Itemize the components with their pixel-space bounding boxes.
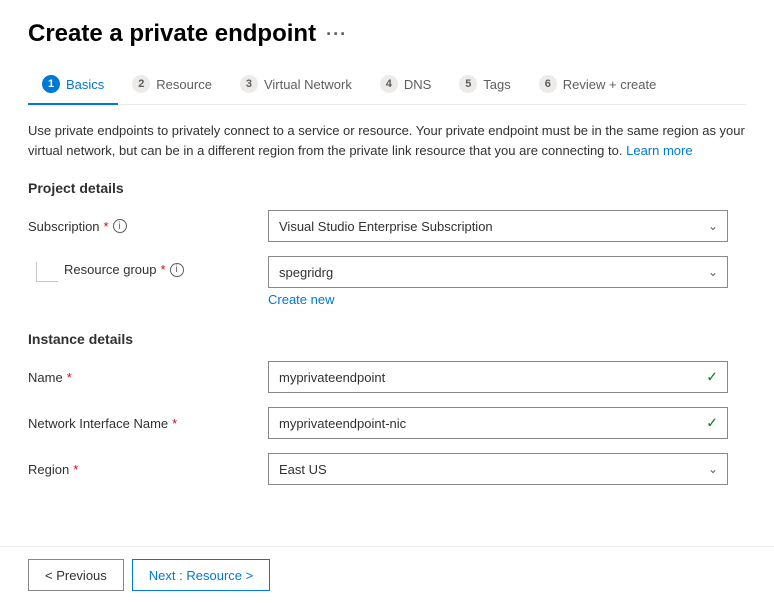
name-control: ✓ bbox=[268, 361, 728, 393]
subscription-select-wrapper: Visual Studio Enterprise Subscription ⌄ bbox=[268, 210, 728, 242]
project-details-title: Project details bbox=[28, 180, 746, 196]
subscription-label: Subscription * i bbox=[28, 219, 268, 234]
name-required: * bbox=[67, 370, 72, 385]
previous-button[interactable]: < Previous bbox=[28, 559, 124, 591]
resource-group-indent bbox=[36, 262, 58, 282]
subscription-info-icon[interactable]: i bbox=[113, 219, 127, 233]
resource-group-label: Resource group * i bbox=[64, 262, 184, 277]
name-input-wrapper: ✓ bbox=[268, 361, 728, 393]
tab-virtual-network-label: Virtual Network bbox=[264, 77, 352, 92]
resource-group-required: * bbox=[161, 262, 166, 277]
nic-check-icon: ✓ bbox=[706, 415, 718, 432]
project-details-section: Project details Subscription * i Visual … bbox=[28, 180, 746, 307]
page-title-area: Create a private endpoint ··· bbox=[28, 20, 746, 48]
subscription-select[interactable]: Visual Studio Enterprise Subscription bbox=[268, 210, 728, 242]
tab-review-create-label: Review + create bbox=[563, 77, 657, 92]
resource-group-row: Resource group * i spegridrg ⌄ Create ne… bbox=[28, 256, 746, 307]
tab-tags[interactable]: 5 Tags bbox=[445, 67, 524, 105]
name-input[interactable] bbox=[268, 361, 728, 393]
description-text: Use private endpoints to privately conne… bbox=[28, 121, 746, 160]
resource-group-control: spegridrg ⌄ Create new bbox=[268, 256, 728, 307]
create-new-link[interactable]: Create new bbox=[268, 292, 334, 307]
tab-tags-step: 5 bbox=[459, 75, 477, 93]
tab-tags-label: Tags bbox=[483, 77, 510, 92]
tab-basics[interactable]: 1 Basics bbox=[28, 67, 118, 105]
network-interface-name-label: Network Interface Name * bbox=[28, 416, 268, 431]
name-row: Name * ✓ bbox=[28, 361, 746, 393]
region-select[interactable]: East US bbox=[268, 453, 728, 485]
subscription-control: Visual Studio Enterprise Subscription ⌄ bbox=[268, 210, 728, 242]
tab-review-create-step: 6 bbox=[539, 75, 557, 93]
subscription-row: Subscription * i Visual Studio Enterpris… bbox=[28, 210, 746, 242]
tab-dns-label: DNS bbox=[404, 77, 431, 92]
instance-details-section: Instance details Name * ✓ Network Interf bbox=[28, 331, 746, 485]
page-title: Create a private endpoint bbox=[28, 20, 316, 48]
region-control: East US ⌄ bbox=[268, 453, 728, 485]
region-select-wrapper: East US ⌄ bbox=[268, 453, 728, 485]
more-options-icon[interactable]: ··· bbox=[326, 24, 347, 45]
resource-group-info-icon[interactable]: i bbox=[170, 263, 184, 277]
network-interface-name-row: Network Interface Name * ✓ bbox=[28, 407, 746, 439]
tab-review-create[interactable]: 6 Review + create bbox=[525, 67, 671, 105]
page-container: Create a private endpoint ··· 1 Basics 2… bbox=[0, 0, 774, 603]
tab-resource-label: Resource bbox=[156, 77, 212, 92]
wizard-tabs: 1 Basics 2 Resource 3 Virtual Network 4 … bbox=[28, 66, 746, 105]
region-label: Region * bbox=[28, 462, 268, 477]
nic-input-wrapper: ✓ bbox=[268, 407, 728, 439]
tab-resource-step: 2 bbox=[132, 75, 150, 93]
learn-more-link[interactable]: Learn more bbox=[626, 143, 692, 158]
tab-resource[interactable]: 2 Resource bbox=[118, 67, 226, 105]
network-interface-name-control: ✓ bbox=[268, 407, 728, 439]
name-label: Name * bbox=[28, 370, 268, 385]
main-content: Create a private endpoint ··· 1 Basics 2… bbox=[0, 0, 774, 546]
tab-basics-label: Basics bbox=[66, 77, 104, 92]
tab-basics-step: 1 bbox=[42, 75, 60, 93]
region-required: * bbox=[73, 462, 78, 477]
tab-virtual-network[interactable]: 3 Virtual Network bbox=[226, 67, 366, 105]
tab-dns[interactable]: 4 DNS bbox=[366, 67, 445, 105]
name-check-icon: ✓ bbox=[706, 369, 718, 386]
next-button[interactable]: Next : Resource > bbox=[132, 559, 270, 591]
region-row: Region * East US ⌄ bbox=[28, 453, 746, 485]
subscription-required: * bbox=[104, 219, 109, 234]
tab-dns-step: 4 bbox=[380, 75, 398, 93]
resource-group-select-wrapper: spegridrg ⌄ bbox=[268, 256, 728, 288]
tab-virtual-network-step: 3 bbox=[240, 75, 258, 93]
instance-details-title: Instance details bbox=[28, 331, 746, 347]
network-interface-name-input[interactable] bbox=[268, 407, 728, 439]
nic-required: * bbox=[172, 416, 177, 431]
footer: < Previous Next : Resource > bbox=[0, 546, 774, 603]
resource-group-label-area: Resource group * i bbox=[28, 256, 268, 282]
resource-group-select[interactable]: spegridrg bbox=[268, 256, 728, 288]
